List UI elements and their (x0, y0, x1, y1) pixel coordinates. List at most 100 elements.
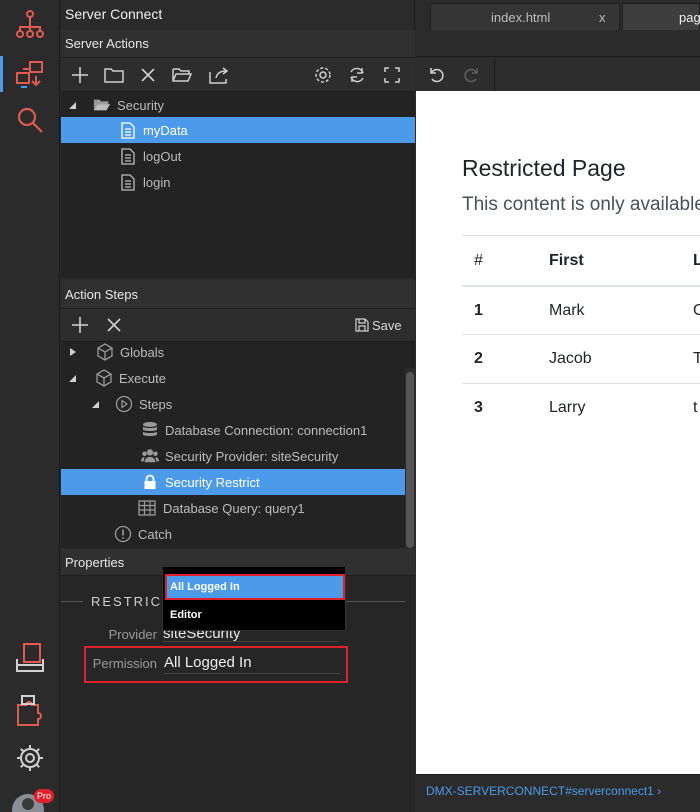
permission-dropdown: All Logged In Editor (162, 566, 346, 631)
play-circle-icon (115, 395, 133, 413)
lock-icon (141, 473, 159, 491)
steps-scrollbar[interactable] (405, 368, 415, 548)
step-database-query[interactable]: Database Query: query1 (61, 495, 415, 521)
redo-icon[interactable] (460, 65, 482, 85)
tab-label: pag (679, 10, 700, 25)
tree-item-label: login (143, 174, 171, 190)
table-cell: T (693, 350, 700, 367)
tab-bar: index.html x pag (416, 0, 700, 30)
page-lead: This content is only available (462, 194, 700, 215)
tree-item-mydata[interactable]: myData (61, 117, 415, 143)
share-icon[interactable] (208, 65, 230, 85)
file-icon (119, 173, 137, 191)
open-folder-icon (93, 96, 111, 114)
table-cell: Larry (549, 399, 586, 416)
site-structure-icon[interactable] (10, 4, 50, 44)
new-folder-icon[interactable] (103, 65, 125, 85)
step-security-restrict[interactable]: Security Restrict (61, 469, 405, 495)
refresh-icon[interactable] (346, 65, 368, 85)
server-connect-panel: Server Connect Server Actions Security m… (61, 0, 415, 812)
table-cell: Mark (549, 302, 585, 319)
save-label: Save (372, 317, 402, 333)
dropdown-option-editor[interactable]: Editor (165, 604, 345, 626)
settings-icon[interactable] (10, 738, 50, 778)
collapse-triangle-icon[interactable] (67, 100, 77, 110)
extensions-icon[interactable] (10, 690, 50, 730)
step-security-provider[interactable]: Security Provider: siteSecurity (61, 443, 415, 469)
tab-index-html[interactable]: index.html x (430, 3, 620, 30)
undo-icon[interactable] (426, 65, 448, 85)
action-steps-tree: Globals Execute Steps Database Connectio… (61, 342, 415, 548)
page-heading: Restricted Page (462, 155, 626, 181)
table-header: First (549, 252, 584, 269)
step-label: Database Query: query1 (163, 500, 305, 516)
step-label: Security Restrict (165, 474, 260, 490)
step-label: Execute (119, 370, 166, 386)
save-button[interactable]: Save (355, 315, 402, 335)
file-icon (119, 147, 137, 165)
add-icon[interactable] (69, 65, 91, 85)
table-icon (137, 499, 157, 517)
toolbar-divider (494, 57, 495, 92)
save-icon (355, 318, 369, 332)
expand-triangle-icon[interactable] (68, 347, 78, 357)
status-bar: DMX-SERVERCONNECT#serverconnect1 › (416, 774, 700, 812)
tab-label: index.html (491, 10, 551, 25)
step-database-connection[interactable]: Database Connection: connection1 (61, 417, 415, 443)
table-cell: t (693, 399, 698, 416)
step-label: Steps (139, 396, 173, 412)
table-cell: 3 (474, 399, 483, 416)
fullscreen-icon[interactable] (381, 65, 403, 85)
server-actions-tree: Security myData logOut login (61, 92, 415, 278)
step-label: Database Connection: connection1 (165, 422, 368, 438)
tree-item-label: logOut (143, 148, 182, 164)
editor-area: index.html x pag Restricted Page This co… (416, 0, 700, 812)
action-steps-title: Action Steps (65, 287, 138, 302)
table-header: L (693, 252, 700, 269)
tree-item-logout[interactable]: logOut (61, 143, 415, 169)
tab-close-icon[interactable]: x (599, 4, 606, 31)
dropdown-option-all-logged-in[interactable]: All Logged In (165, 574, 345, 600)
action-steps-header: Action Steps (61, 280, 415, 309)
search-icon[interactable] (10, 100, 50, 140)
collapse-triangle-icon[interactable] (67, 373, 77, 383)
step-execute[interactable]: Execute (61, 365, 415, 391)
step-globals[interactable]: Globals (61, 342, 415, 365)
open-folder-icon[interactable] (171, 65, 193, 85)
server-connect-icon[interactable] (0, 54, 50, 94)
delete-icon[interactable] (137, 65, 159, 85)
tree-item-label: Security (117, 97, 164, 113)
permission-select[interactable]: All Logged In (164, 653, 340, 674)
page-preview: Restricted Page This content is only ava… (416, 91, 700, 774)
pro-badge: Pro (34, 789, 55, 803)
settings-gear-icon[interactable] (312, 65, 334, 85)
status-path-label: DMX-SERVERCONNECT#serverconnect1 (426, 784, 654, 798)
database-icon (141, 421, 159, 439)
add-step-icon[interactable] (69, 315, 91, 335)
tree-folder-security[interactable]: Security (61, 92, 415, 118)
tab-page[interactable]: pag (622, 3, 700, 30)
collapse-triangle-icon[interactable] (90, 399, 100, 409)
table-header: # (474, 252, 483, 269)
cube-icon (96, 343, 114, 361)
properties-title: Properties (65, 555, 125, 570)
server-actions-toolbar (61, 58, 415, 92)
step-label: Catch (138, 526, 172, 542)
table-row: 1 Mark O (462, 285, 700, 334)
table-row: 3 Larry t (462, 383, 700, 432)
step-catch[interactable]: Catch (61, 521, 415, 547)
status-path[interactable]: DMX-SERVERCONNECT#serverconnect1 › (426, 784, 661, 798)
alert-circle-icon (114, 525, 132, 543)
file-icon (119, 121, 137, 139)
step-steps[interactable]: Steps (61, 391, 415, 417)
server-actions-header: Server Actions (61, 30, 415, 58)
cube-icon (95, 369, 113, 387)
action-steps-toolbar: Save (61, 309, 415, 342)
table-cell: Jacob (549, 350, 592, 367)
tree-item-login[interactable]: login (61, 169, 415, 195)
table-cell: O (693, 302, 700, 319)
publish-icon[interactable] (10, 638, 50, 678)
remove-step-icon[interactable] (103, 315, 125, 335)
server-actions-title: Server Actions (65, 36, 149, 51)
table-header-row: # First L (462, 235, 700, 286)
